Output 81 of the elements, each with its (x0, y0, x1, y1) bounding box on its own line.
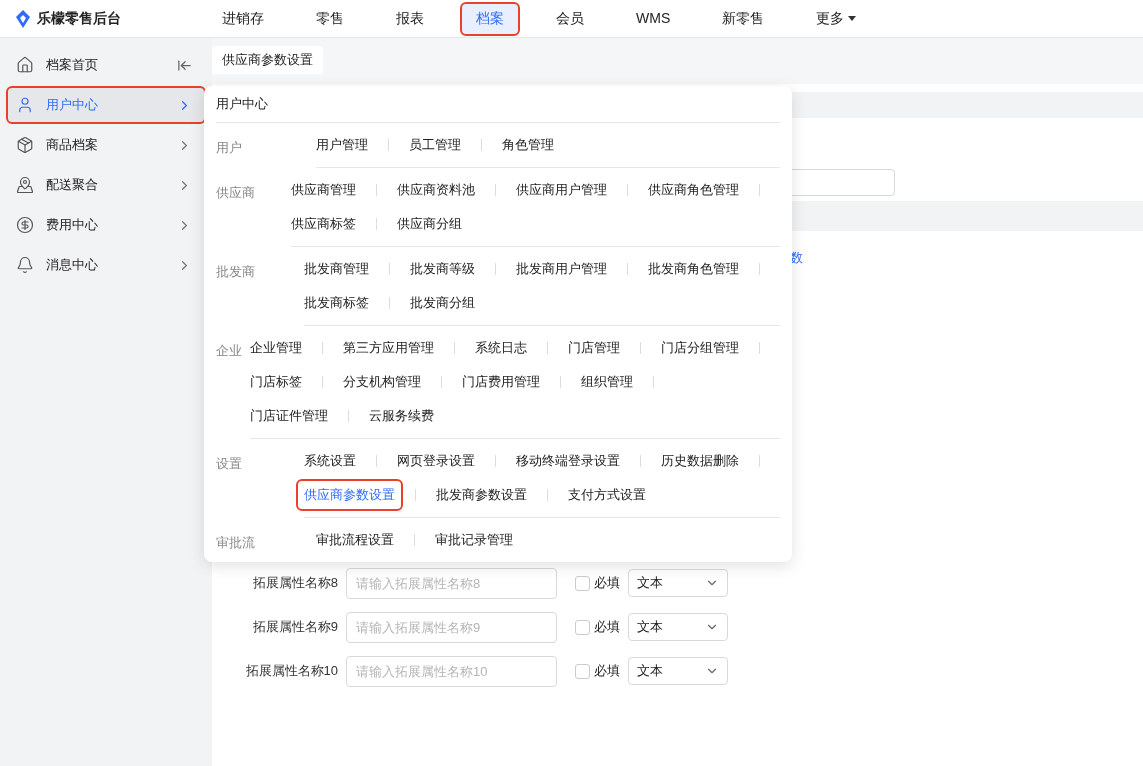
menu-link[interactable]: 审批记录管理 (427, 524, 521, 556)
menu-link[interactable]: 门店分组管理 (653, 332, 747, 364)
menu-link[interactable]: 供应商管理 (283, 174, 364, 206)
user-icon (16, 96, 34, 114)
menu-link[interactable]: 门店证件管理 (242, 400, 336, 432)
nav-tab[interactable]: 报表 (380, 1, 440, 36)
menu-link[interactable]: 审批流程设置 (308, 524, 402, 556)
menu-title: 用户中心 (216, 86, 780, 123)
nav-tab[interactable]: 进销存 (206, 1, 280, 36)
menu-link[interactable]: 供应商分组 (389, 208, 470, 240)
menu-link[interactable]: 云服务续费 (361, 400, 442, 432)
coin-icon (16, 216, 34, 234)
map-icon (16, 176, 34, 194)
menu-link[interactable]: 门店标签 (242, 366, 310, 398)
checkbox[interactable] (575, 575, 590, 591)
checkbox-label: 必填 (594, 618, 620, 637)
box-icon (16, 136, 34, 154)
menu-link[interactable]: 批发商用户管理 (508, 253, 615, 285)
menu-link[interactable]: 用户管理 (308, 129, 376, 161)
menu-link[interactable]: 供应商参数设置 (296, 479, 403, 511)
menu-link[interactable]: 系统日志 (467, 332, 535, 364)
menu-link[interactable]: 供应商用户管理 (508, 174, 615, 206)
nav-tab[interactable]: 档案 (460, 1, 520, 36)
nav-tab[interactable]: 会员 (540, 1, 600, 36)
nav-tab[interactable]: 零售 (300, 1, 360, 36)
menu-link[interactable]: 批发商分组 (402, 287, 483, 319)
menu-link[interactable]: 批发商等级 (402, 253, 483, 285)
type-select[interactable]: 文本 (628, 657, 728, 685)
menu-link[interactable]: 企业管理 (242, 332, 310, 364)
type-select[interactable]: 文本 (628, 613, 728, 641)
checkbox[interactable] (575, 619, 590, 635)
nav-tab[interactable]: 更多 (800, 1, 873, 36)
checkbox-label: 必填 (594, 574, 620, 593)
menu-link[interactable]: 网页登录设置 (389, 445, 483, 477)
menu-link[interactable]: 角色管理 (494, 129, 562, 161)
input-field[interactable]: 请输入拓展属性名称8 (346, 567, 557, 599)
type-select[interactable]: 文本 (628, 569, 728, 597)
menu-link[interactable]: 批发商管理 (296, 253, 377, 285)
sidebar-item[interactable]: 费用中心 (6, 206, 206, 244)
nav-tab[interactable]: 新零售 (706, 1, 781, 36)
input-field[interactable]: 请输入拓展属性名称10 (346, 655, 557, 687)
sidebar-item[interactable]: 商品档案 (6, 126, 206, 164)
menu-link[interactable]: 供应商标签 (283, 208, 364, 240)
menu-link[interactable]: 批发商角色管理 (640, 253, 747, 285)
menu-link[interactable]: 历史数据删除 (653, 445, 747, 477)
menu-link[interactable]: 移动终端登录设置 (508, 445, 628, 477)
sidebar-item[interactable]: 配送聚合 (6, 166, 206, 204)
page-tab[interactable]: 供应商参数设置 (212, 46, 323, 74)
menu-link[interactable]: 供应商角色管理 (640, 174, 747, 206)
menu-link[interactable]: 批发商参数设置 (428, 479, 535, 511)
section-label: 审批流 (216, 534, 256, 552)
section-label: 供应商 (216, 184, 256, 202)
sidebar-item[interactable]: 用户中心 (6, 86, 206, 124)
sidebar-item[interactable]: 档案首页 (6, 46, 206, 84)
app-title: 乐檬零售后台 (37, 9, 121, 28)
menu-link[interactable]: 门店费用管理 (454, 366, 548, 398)
section-label: 批发商 (216, 263, 256, 281)
checkbox-label: 必填 (594, 662, 620, 681)
sidebar-item[interactable]: 消息中心 (6, 246, 206, 284)
menu-link[interactable]: 系统设置 (296, 445, 364, 477)
menu-link[interactable]: 分支机构管理 (335, 366, 429, 398)
menu-link[interactable]: 组织管理 (573, 366, 641, 398)
caret-icon (848, 16, 857, 21)
nav-tab[interactable]: WMS (620, 1, 687, 36)
checkbox[interactable] (575, 663, 590, 679)
field-label: 拓展属性名称10 (244, 662, 338, 681)
bell-icon (16, 256, 34, 274)
menu-link[interactable]: 供应商资料池 (389, 174, 483, 206)
menu-link[interactable]: 门店管理 (560, 332, 628, 364)
logo-icon (15, 9, 31, 28)
menu-link[interactable]: 第三方应用管理 (335, 332, 442, 364)
input-field[interactable]: 请输入拓展属性名称9 (346, 611, 557, 643)
field-label: 拓展属性名称8 (251, 574, 338, 593)
menu-link[interactable]: 员工管理 (401, 129, 469, 161)
section-label: 设置 (216, 455, 243, 473)
section-label: 用户 (216, 139, 243, 157)
section-label: 企业 (216, 342, 243, 360)
home-icon (16, 56, 34, 74)
menu-link[interactable]: 批发商标签 (296, 287, 377, 319)
menu-link[interactable]: 支付方式设置 (560, 479, 654, 511)
field-label: 拓展属性名称9 (251, 618, 338, 637)
